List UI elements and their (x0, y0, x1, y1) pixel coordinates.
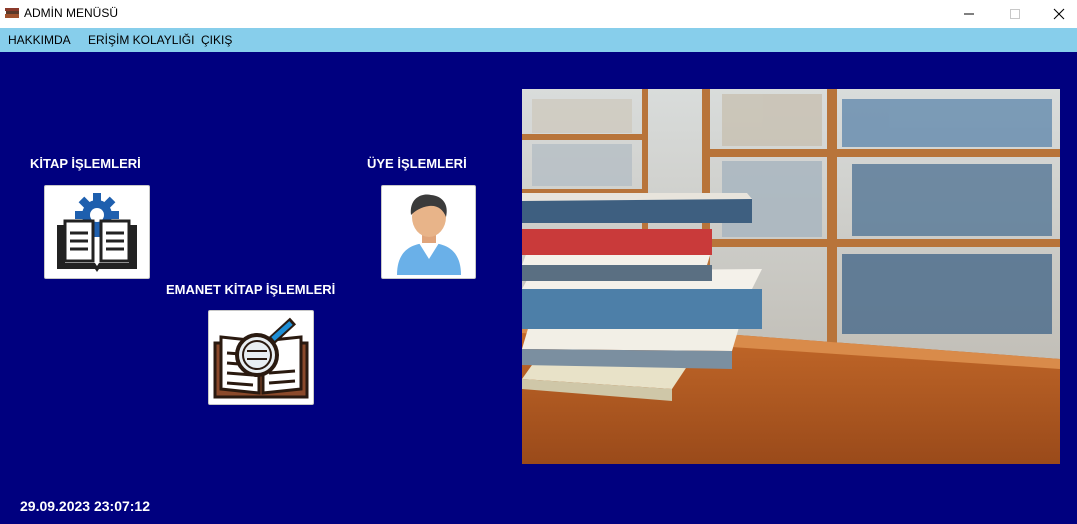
menu-item-accessibility[interactable]: ERİŞİM KOLAYLIĞI (88, 33, 194, 47)
books-app-icon (5, 8, 19, 18)
maximize-icon (1010, 9, 1020, 19)
loan-ops-button[interactable] (208, 310, 314, 405)
menu-bar: HAKKIMDA ERİŞİM KOLAYLIĞI ÇIKIŞ (0, 28, 1077, 52)
book-gear-icon (57, 193, 137, 272)
maximize-button[interactable] (992, 0, 1038, 28)
member-ops-button[interactable] (381, 185, 476, 279)
datetime-label: 29.09.2023 23:07:12 (20, 498, 150, 514)
main-panel: KİTAP İŞLEMLERİ ÜYE İŞLEMLERİ EMANET KİT… (0, 52, 1077, 524)
book-magnifier-icon (213, 317, 309, 398)
member-ops-label: ÜYE İŞLEMLERİ (367, 156, 467, 171)
library-books-image (522, 89, 1060, 464)
window-title: ADMİN MENÜSÜ (24, 6, 119, 20)
minimize-button[interactable] (946, 0, 992, 28)
user-avatar-icon (396, 194, 461, 275)
close-icon (1053, 8, 1065, 20)
book-ops-button[interactable] (44, 185, 150, 279)
book-ops-label: KİTAP İŞLEMLERİ (30, 156, 141, 171)
menu-item-about[interactable]: HAKKIMDA (8, 33, 71, 47)
minimize-icon (964, 13, 974, 15)
close-button[interactable] (1036, 0, 1077, 28)
menu-item-exit[interactable]: ÇIKIŞ (201, 33, 232, 47)
loan-ops-label: EMANET KİTAP İŞLEMLERİ (166, 282, 336, 297)
title-bar: ADMİN MENÜSÜ (0, 0, 1077, 28)
